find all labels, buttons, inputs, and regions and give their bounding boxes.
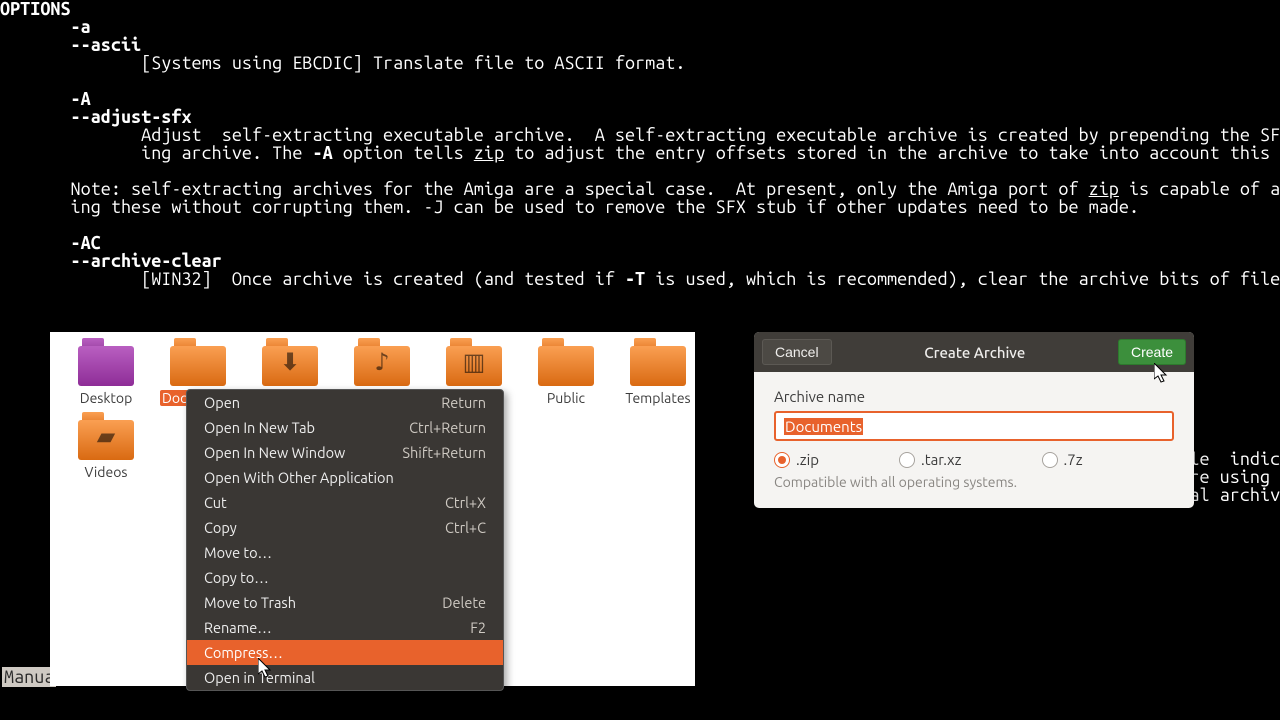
menu-item-open-with-other-application[interactable]: Open With Other Application <box>187 465 503 490</box>
manpage-statusbar: Manua <box>2 667 56 687</box>
archive-format-radios: .zip .tar.xz .7z <box>774 451 1174 468</box>
create-archive-dialog: Cancel Create Archive Create Archive nam… <box>754 332 1194 508</box>
menu-item-open-in-new-tab[interactable]: Open In New TabCtrl+Return <box>187 415 503 440</box>
folder-videos[interactable]: ▰Videos <box>60 410 152 480</box>
context-menu: OpenReturnOpen In New TabCtrl+ReturnOpen… <box>186 389 504 691</box>
cursor-icon <box>1154 363 1170 385</box>
format-radio-zip[interactable]: .zip <box>774 451 819 468</box>
format-radio-7z[interactable]: .7z <box>1042 451 1083 468</box>
create-button[interactable]: Create <box>1118 339 1186 365</box>
folder-label: Templates <box>612 390 704 406</box>
menu-item-open[interactable]: OpenReturn <box>187 390 503 415</box>
menu-item-move-to[interactable]: Move to… <box>187 540 503 565</box>
menu-item-move-to-trash[interactable]: Move to TrashDelete <box>187 590 503 615</box>
menu-item-rename[interactable]: Rename…F2 <box>187 615 503 640</box>
folder-label: Videos <box>60 464 152 480</box>
archive-name-label: Archive name <box>774 388 1174 405</box>
menu-item-open-in-new-window[interactable]: Open In New WindowShift+Return <box>187 440 503 465</box>
dialog-title: Create Archive <box>832 344 1118 361</box>
menu-item-compress[interactable]: Compress… <box>187 640 503 665</box>
folder-label: Desktop <box>60 390 152 406</box>
cursor-icon <box>258 658 274 680</box>
folder-desktop[interactable]: Desktop <box>60 336 152 406</box>
menu-item-open-in-terminal[interactable]: Open in Terminal <box>187 665 503 690</box>
format-radio-tarxz[interactable]: .tar.xz <box>899 451 962 468</box>
folder-public[interactable]: Public <box>520 336 612 406</box>
menu-item-copy-to[interactable]: Copy to… <box>187 565 503 590</box>
compat-hint: Compatible with all operating systems. <box>774 474 1174 490</box>
cancel-button[interactable]: Cancel <box>762 339 832 365</box>
folder-templates[interactable]: Templates <box>612 336 704 406</box>
dialog-header: Cancel Create Archive Create <box>754 332 1194 372</box>
archive-name-input[interactable]: Documents <box>774 411 1174 441</box>
menu-item-copy[interactable]: CopyCtrl+C <box>187 515 503 540</box>
folder-label: Public <box>520 390 612 406</box>
menu-item-cut[interactable]: CutCtrl+X <box>187 490 503 515</box>
